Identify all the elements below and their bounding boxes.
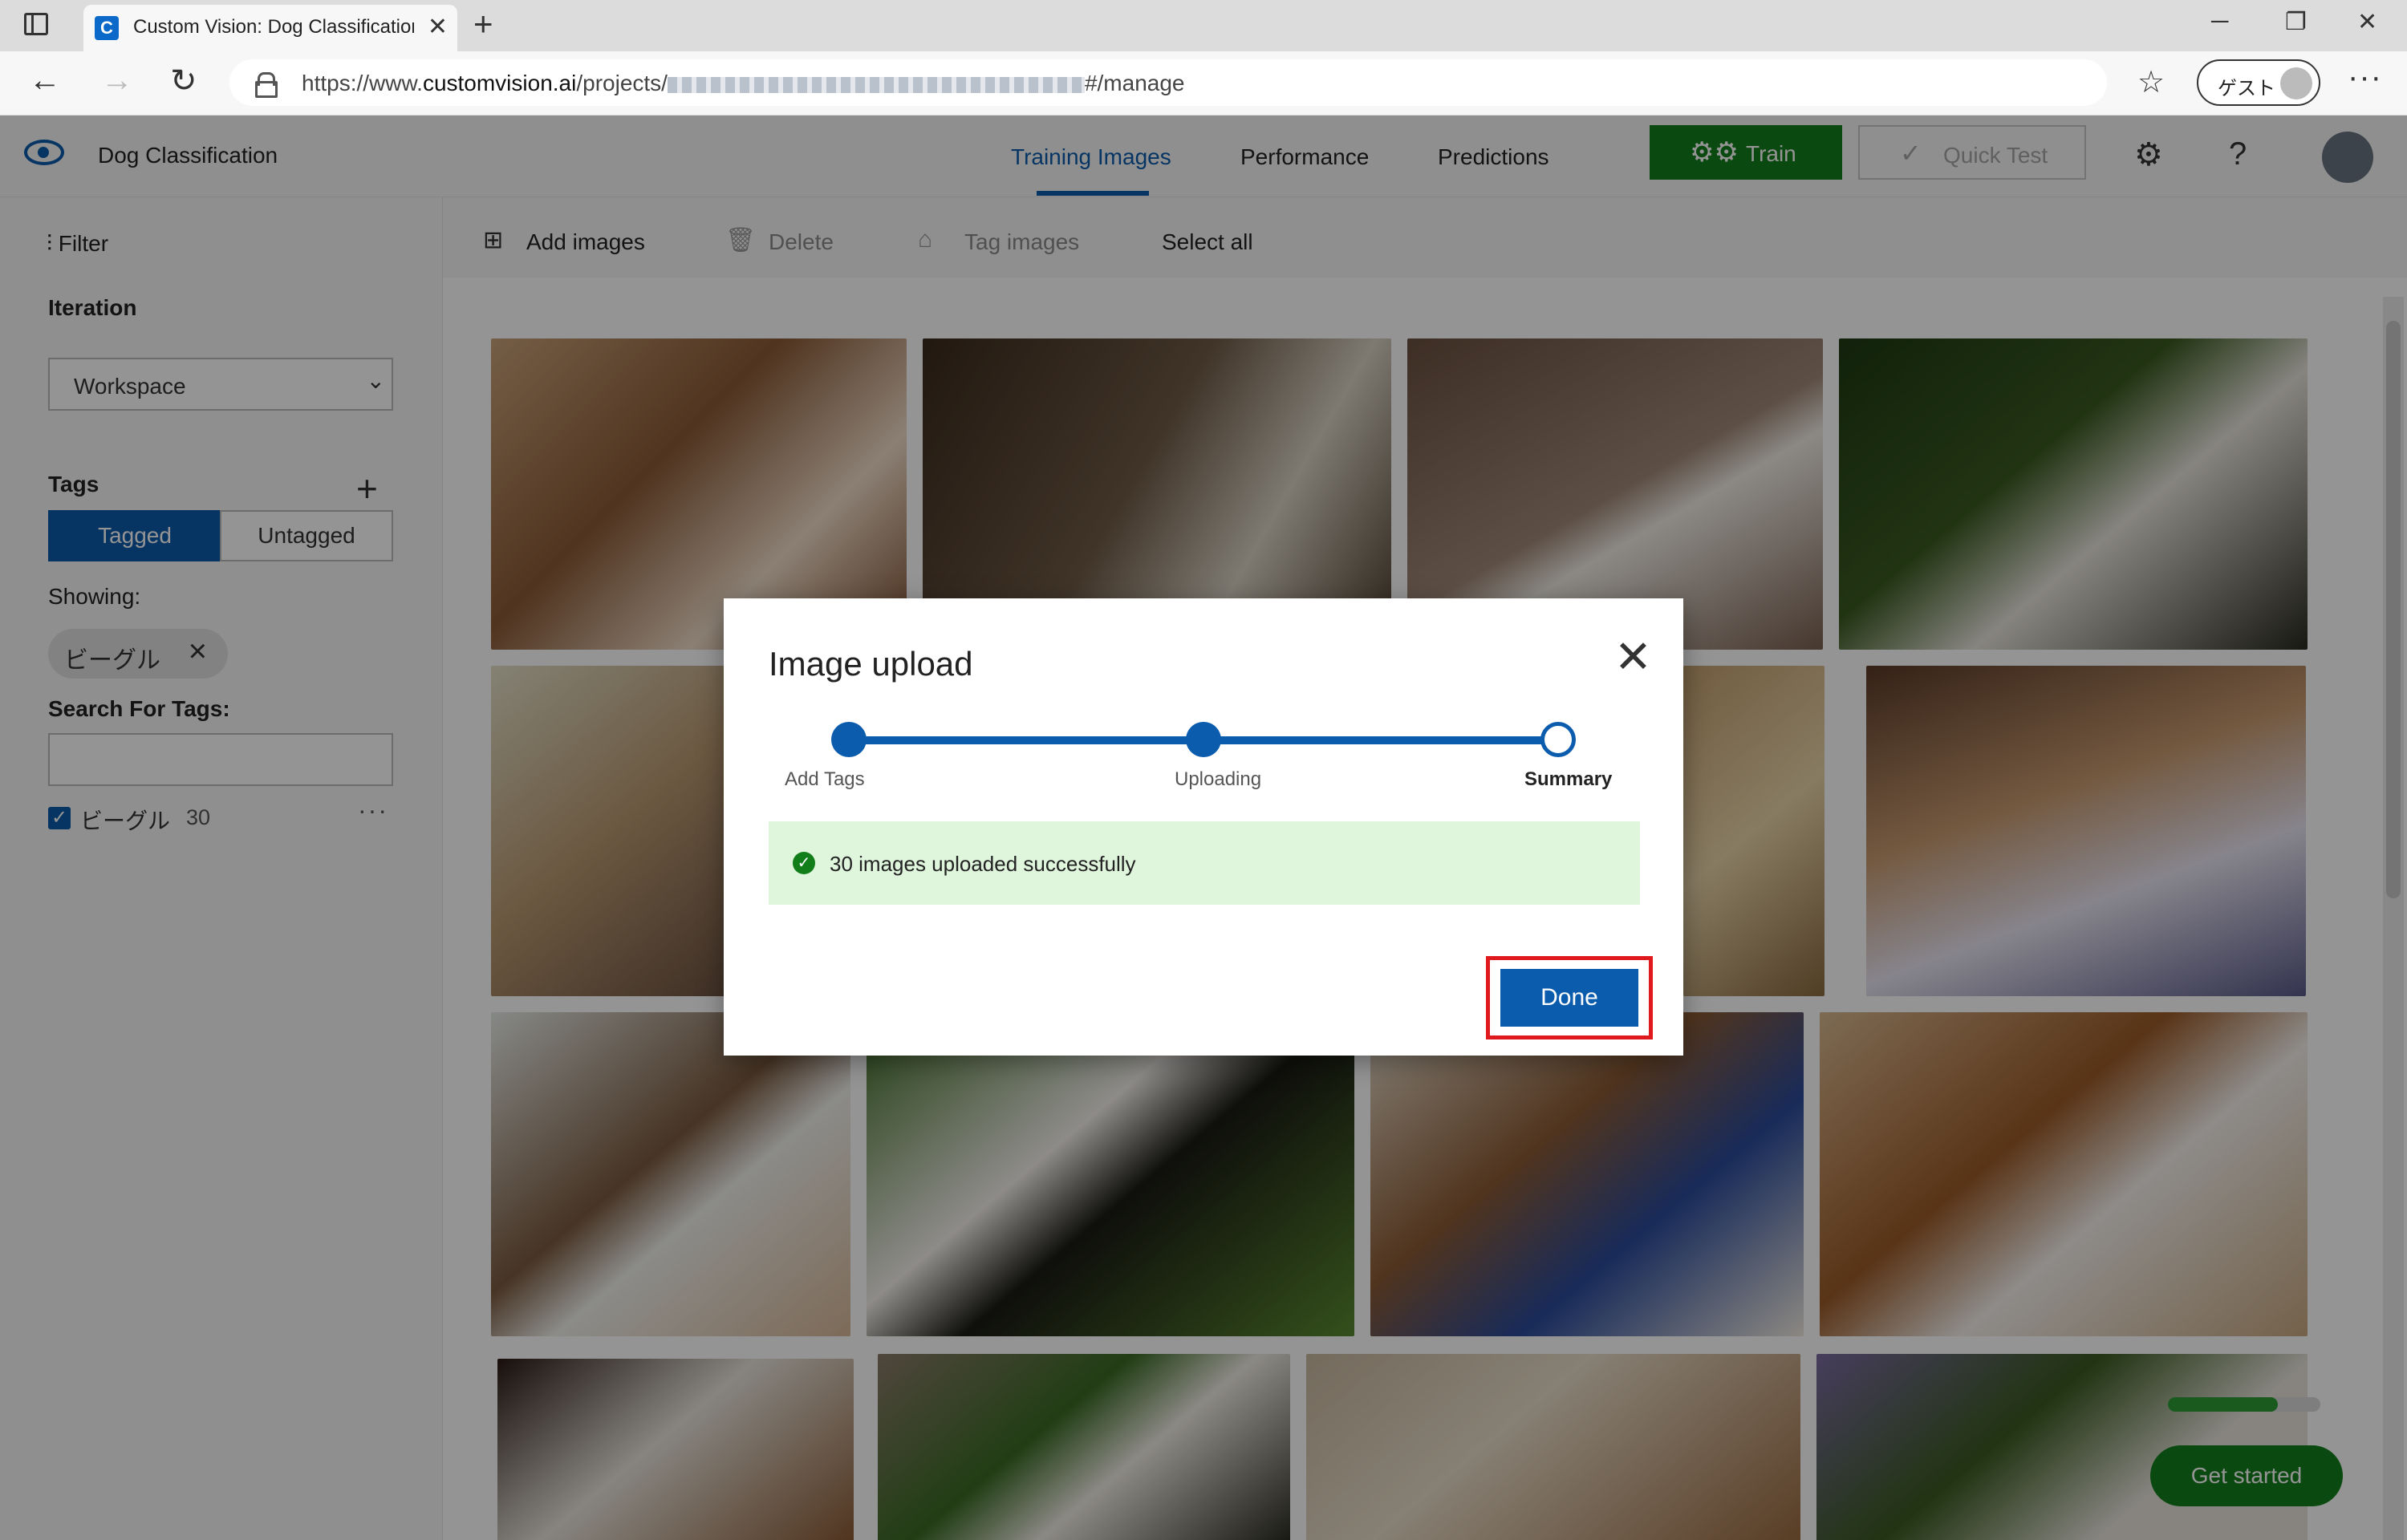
browser-tab[interactable]: C Custom Vision: Dog Classification ✕ [83, 5, 457, 51]
favorites-star-icon[interactable]: ☆ [2137, 64, 2165, 100]
restore-icon[interactable]: ❐ [2285, 8, 2307, 36]
back-arrow-icon[interactable]: ← [29, 63, 61, 99]
profile-button[interactable]: ゲスト [2197, 59, 2320, 106]
window-close-icon[interactable]: ✕ [2357, 8, 2377, 36]
url-field[interactable]: https://www.customvision.ai/projects/#/m… [229, 59, 2107, 106]
done-button[interactable]: Done [1500, 969, 1638, 1027]
step-dot-uploading [1186, 722, 1221, 757]
browser-menu-icon[interactable]: ··· [2348, 59, 2382, 95]
redacted-project-id [667, 76, 1085, 93]
step-label-uploading: Uploading [1175, 768, 1262, 790]
step-label-add-tags: Add Tags [785, 768, 865, 790]
step-label-summary: Summary [1524, 768, 1613, 790]
profile-avatar-icon [2280, 67, 2312, 99]
success-message-bar: ✓ 30 images uploaded successfully [769, 821, 1640, 905]
step-dot-add-tags [831, 722, 867, 757]
profile-label: ゲスト [2218, 78, 2275, 99]
browser-tab-bar: C Custom Vision: Dog Classification ✕ + … [0, 0, 2407, 51]
step-dot-summary [1540, 722, 1576, 757]
url-text: https://www.customvision.ai/projects/#/m… [302, 71, 1185, 95]
forward-arrow-icon[interactable]: → [101, 63, 133, 99]
new-tab-icon[interactable]: + [473, 5, 493, 43]
refresh-icon[interactable]: ↻ [170, 63, 197, 99]
success-check-icon: ✓ [793, 852, 815, 874]
success-message: 30 images uploaded successfully [830, 852, 1136, 876]
lock-icon [255, 72, 278, 98]
address-bar-row: ← → ↻ https://www.customvision.ai/projec… [0, 51, 2407, 116]
tab-close-icon[interactable]: ✕ [428, 13, 448, 41]
dialog-title: Image upload [769, 645, 973, 683]
minimize-icon[interactable]: ─ [2211, 8, 2228, 35]
dialog-close-icon[interactable]: ✕ [1614, 630, 1652, 683]
tab-title: Custom Vision: Dog Classification [133, 16, 414, 38]
custom-vision-favicon-icon: C [95, 16, 119, 40]
tab-actions-icon[interactable] [24, 13, 48, 35]
image-upload-dialog: Image upload ✕ Add Tags Uploading Summar… [724, 598, 1683, 1056]
